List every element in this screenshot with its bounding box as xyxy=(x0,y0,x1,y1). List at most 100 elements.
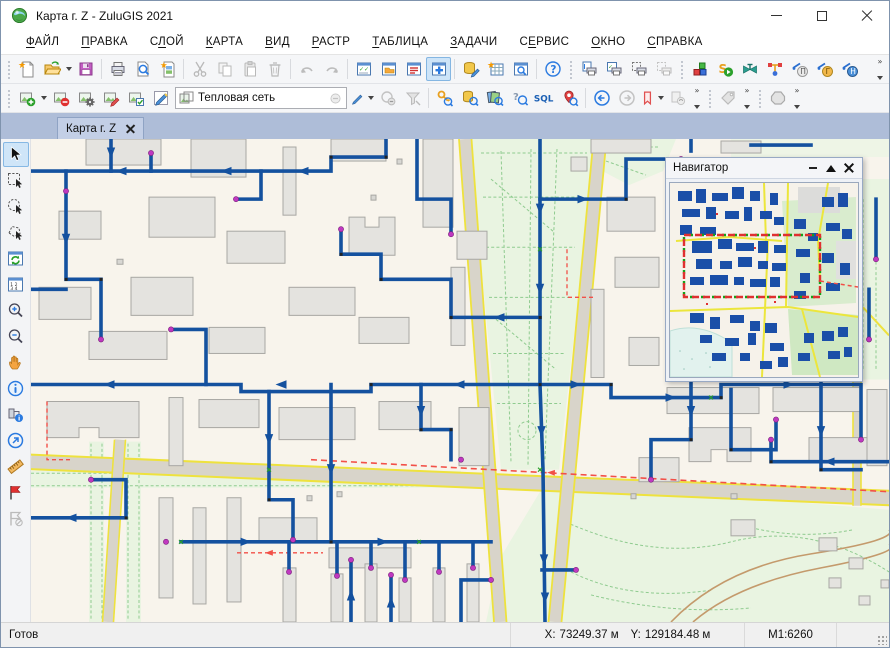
menu-edit[interactable]: ПРАВКА xyxy=(70,33,139,51)
menu-service[interactable]: СЕРВИС xyxy=(509,33,581,51)
toolbar-overflow-button[interactable]: » xyxy=(790,85,804,111)
layers-window-button[interactable]: ✓✓ xyxy=(351,57,376,81)
print-map-button[interactable] xyxy=(576,57,601,81)
object-info-button[interactable]: i xyxy=(3,402,29,427)
open-file-dropdown[interactable] xyxy=(64,57,73,81)
navigator-minimize-button[interactable] xyxy=(804,160,822,176)
geo-search-button[interactable] xyxy=(557,86,582,110)
forward-button[interactable] xyxy=(614,86,639,110)
redo-button[interactable] xyxy=(319,57,344,81)
valve-button[interactable] xyxy=(737,57,762,81)
menu-file[interactable]: ФАЙЛ xyxy=(15,33,70,51)
new-document-button[interactable]: ★ xyxy=(14,57,39,81)
menu-view[interactable]: ВИД xyxy=(254,33,301,51)
layer-select-combo[interactable]: Тепловая сеть xyxy=(175,87,347,109)
toolbar-grip[interactable] xyxy=(757,88,762,108)
tab-close-icon[interactable] xyxy=(126,124,135,133)
layer-edit-button[interactable] xyxy=(98,86,123,110)
zoom-out-button[interactable] xyxy=(3,324,29,349)
bookmark-button[interactable] xyxy=(639,86,656,110)
print-button[interactable] xyxy=(105,57,130,81)
toolbar-grip[interactable] xyxy=(6,88,11,108)
layer-colors-button[interactable] xyxy=(687,57,712,81)
database-search-button[interactable] xyxy=(457,86,482,110)
cancel-edit-button[interactable] xyxy=(375,86,400,110)
toolbar-overflow-button[interactable]: » xyxy=(740,85,754,111)
toolbar-grip[interactable] xyxy=(707,88,712,108)
layer-properties-button[interactable] xyxy=(73,86,98,110)
flag-remove-button[interactable] xyxy=(3,506,29,531)
bookmark-dropdown[interactable] xyxy=(656,86,665,110)
menu-layer[interactable]: СЛОЙ xyxy=(139,33,195,51)
menu-tasks[interactable]: ЗАДАЧИ xyxy=(439,33,508,51)
delete-button[interactable] xyxy=(262,57,287,81)
print-preview-button[interactable] xyxy=(130,57,155,81)
tag-button[interactable] xyxy=(715,86,740,110)
toolbar-grip[interactable] xyxy=(568,59,573,79)
identify-search-button[interactable]: ? xyxy=(507,86,532,110)
navigator-window-button[interactable] xyxy=(426,57,451,81)
help-button[interactable]: ? xyxy=(540,57,565,81)
legend-window-button[interactable] xyxy=(401,57,426,81)
piezometer-p-button[interactable]: П xyxy=(787,57,812,81)
menu-table[interactable]: ТАБЛИЦА xyxy=(361,33,439,51)
select-circle-button[interactable] xyxy=(3,194,29,219)
layer-check-button[interactable] xyxy=(123,86,148,110)
edit-pencil-dropdown[interactable] xyxy=(366,86,375,110)
navigator-close-button[interactable] xyxy=(840,160,858,176)
navigator-pin-button[interactable] xyxy=(822,160,840,176)
map-canvas[interactable]: Навигатор xyxy=(31,139,889,622)
new-map-button[interactable]: ★ xyxy=(155,57,180,81)
table-view-button[interactable] xyxy=(508,57,533,81)
script-runner-button[interactable]: S xyxy=(712,57,737,81)
scale-window-button[interactable]: 1 23 4 xyxy=(3,272,29,297)
layer-search-button[interactable] xyxy=(482,86,507,110)
add-layer-dropdown[interactable] xyxy=(39,86,48,110)
key-search-button[interactable] xyxy=(432,86,457,110)
project-window-button[interactable] xyxy=(376,57,401,81)
copy-button[interactable] xyxy=(212,57,237,81)
edit-pencil-button[interactable] xyxy=(349,86,366,110)
filter-button[interactable] xyxy=(400,86,425,110)
print-selection-button[interactable] xyxy=(626,57,651,81)
navigator-minimap[interactable] xyxy=(669,182,859,378)
remove-layer-button[interactable] xyxy=(48,86,73,110)
close-button[interactable] xyxy=(844,1,889,30)
save-button[interactable] xyxy=(73,57,98,81)
ruler-button[interactable] xyxy=(3,454,29,479)
tab-map[interactable]: Карта г. Z xyxy=(57,117,144,139)
menu-map[interactable]: КАРТА xyxy=(195,33,254,51)
maximize-button[interactable] xyxy=(799,1,844,30)
menu-raster[interactable]: РАСТР xyxy=(301,33,361,51)
navigator-title-bar[interactable]: Навигатор xyxy=(666,158,862,179)
menu-window[interactable]: ОКНО xyxy=(580,33,636,51)
undo-button[interactable] xyxy=(294,57,319,81)
edit-pad-button[interactable] xyxy=(148,86,173,110)
toolbar-grip[interactable] xyxy=(679,59,684,79)
toolbar-overflow-button[interactable]: » xyxy=(873,56,887,82)
back-button[interactable] xyxy=(589,86,614,110)
piezometer-h-button[interactable]: Н xyxy=(837,57,862,81)
pan-hand-button[interactable] xyxy=(3,350,29,375)
open-file-button[interactable] xyxy=(39,57,64,81)
database-edit-button[interactable] xyxy=(458,57,483,81)
refresh-map-button[interactable] xyxy=(3,246,29,271)
print-fragment-button[interactable] xyxy=(651,57,676,81)
add-layer-button[interactable] xyxy=(14,86,39,110)
piezometer-g-button[interactable]: Г xyxy=(812,57,837,81)
select-polygon-button[interactable] xyxy=(3,220,29,245)
toolbar-grip[interactable] xyxy=(6,59,11,79)
resize-grip[interactable] xyxy=(877,635,887,645)
goto-button[interactable] xyxy=(3,428,29,453)
polygon-button[interactable] xyxy=(765,86,790,110)
sync-button[interactable] xyxy=(665,86,690,110)
select-rect-button[interactable] xyxy=(3,168,29,193)
new-table-button[interactable]: ★ xyxy=(483,57,508,81)
navigator-panel[interactable]: Навигатор xyxy=(665,157,863,382)
paste-button[interactable] xyxy=(237,57,262,81)
zoom-in-button[interactable] xyxy=(3,298,29,323)
flag-button[interactable] xyxy=(3,480,29,505)
info-button[interactable] xyxy=(3,376,29,401)
toolbar-overflow-button[interactable]: » xyxy=(690,85,704,111)
menu-help[interactable]: СПРАВКА xyxy=(636,33,713,51)
